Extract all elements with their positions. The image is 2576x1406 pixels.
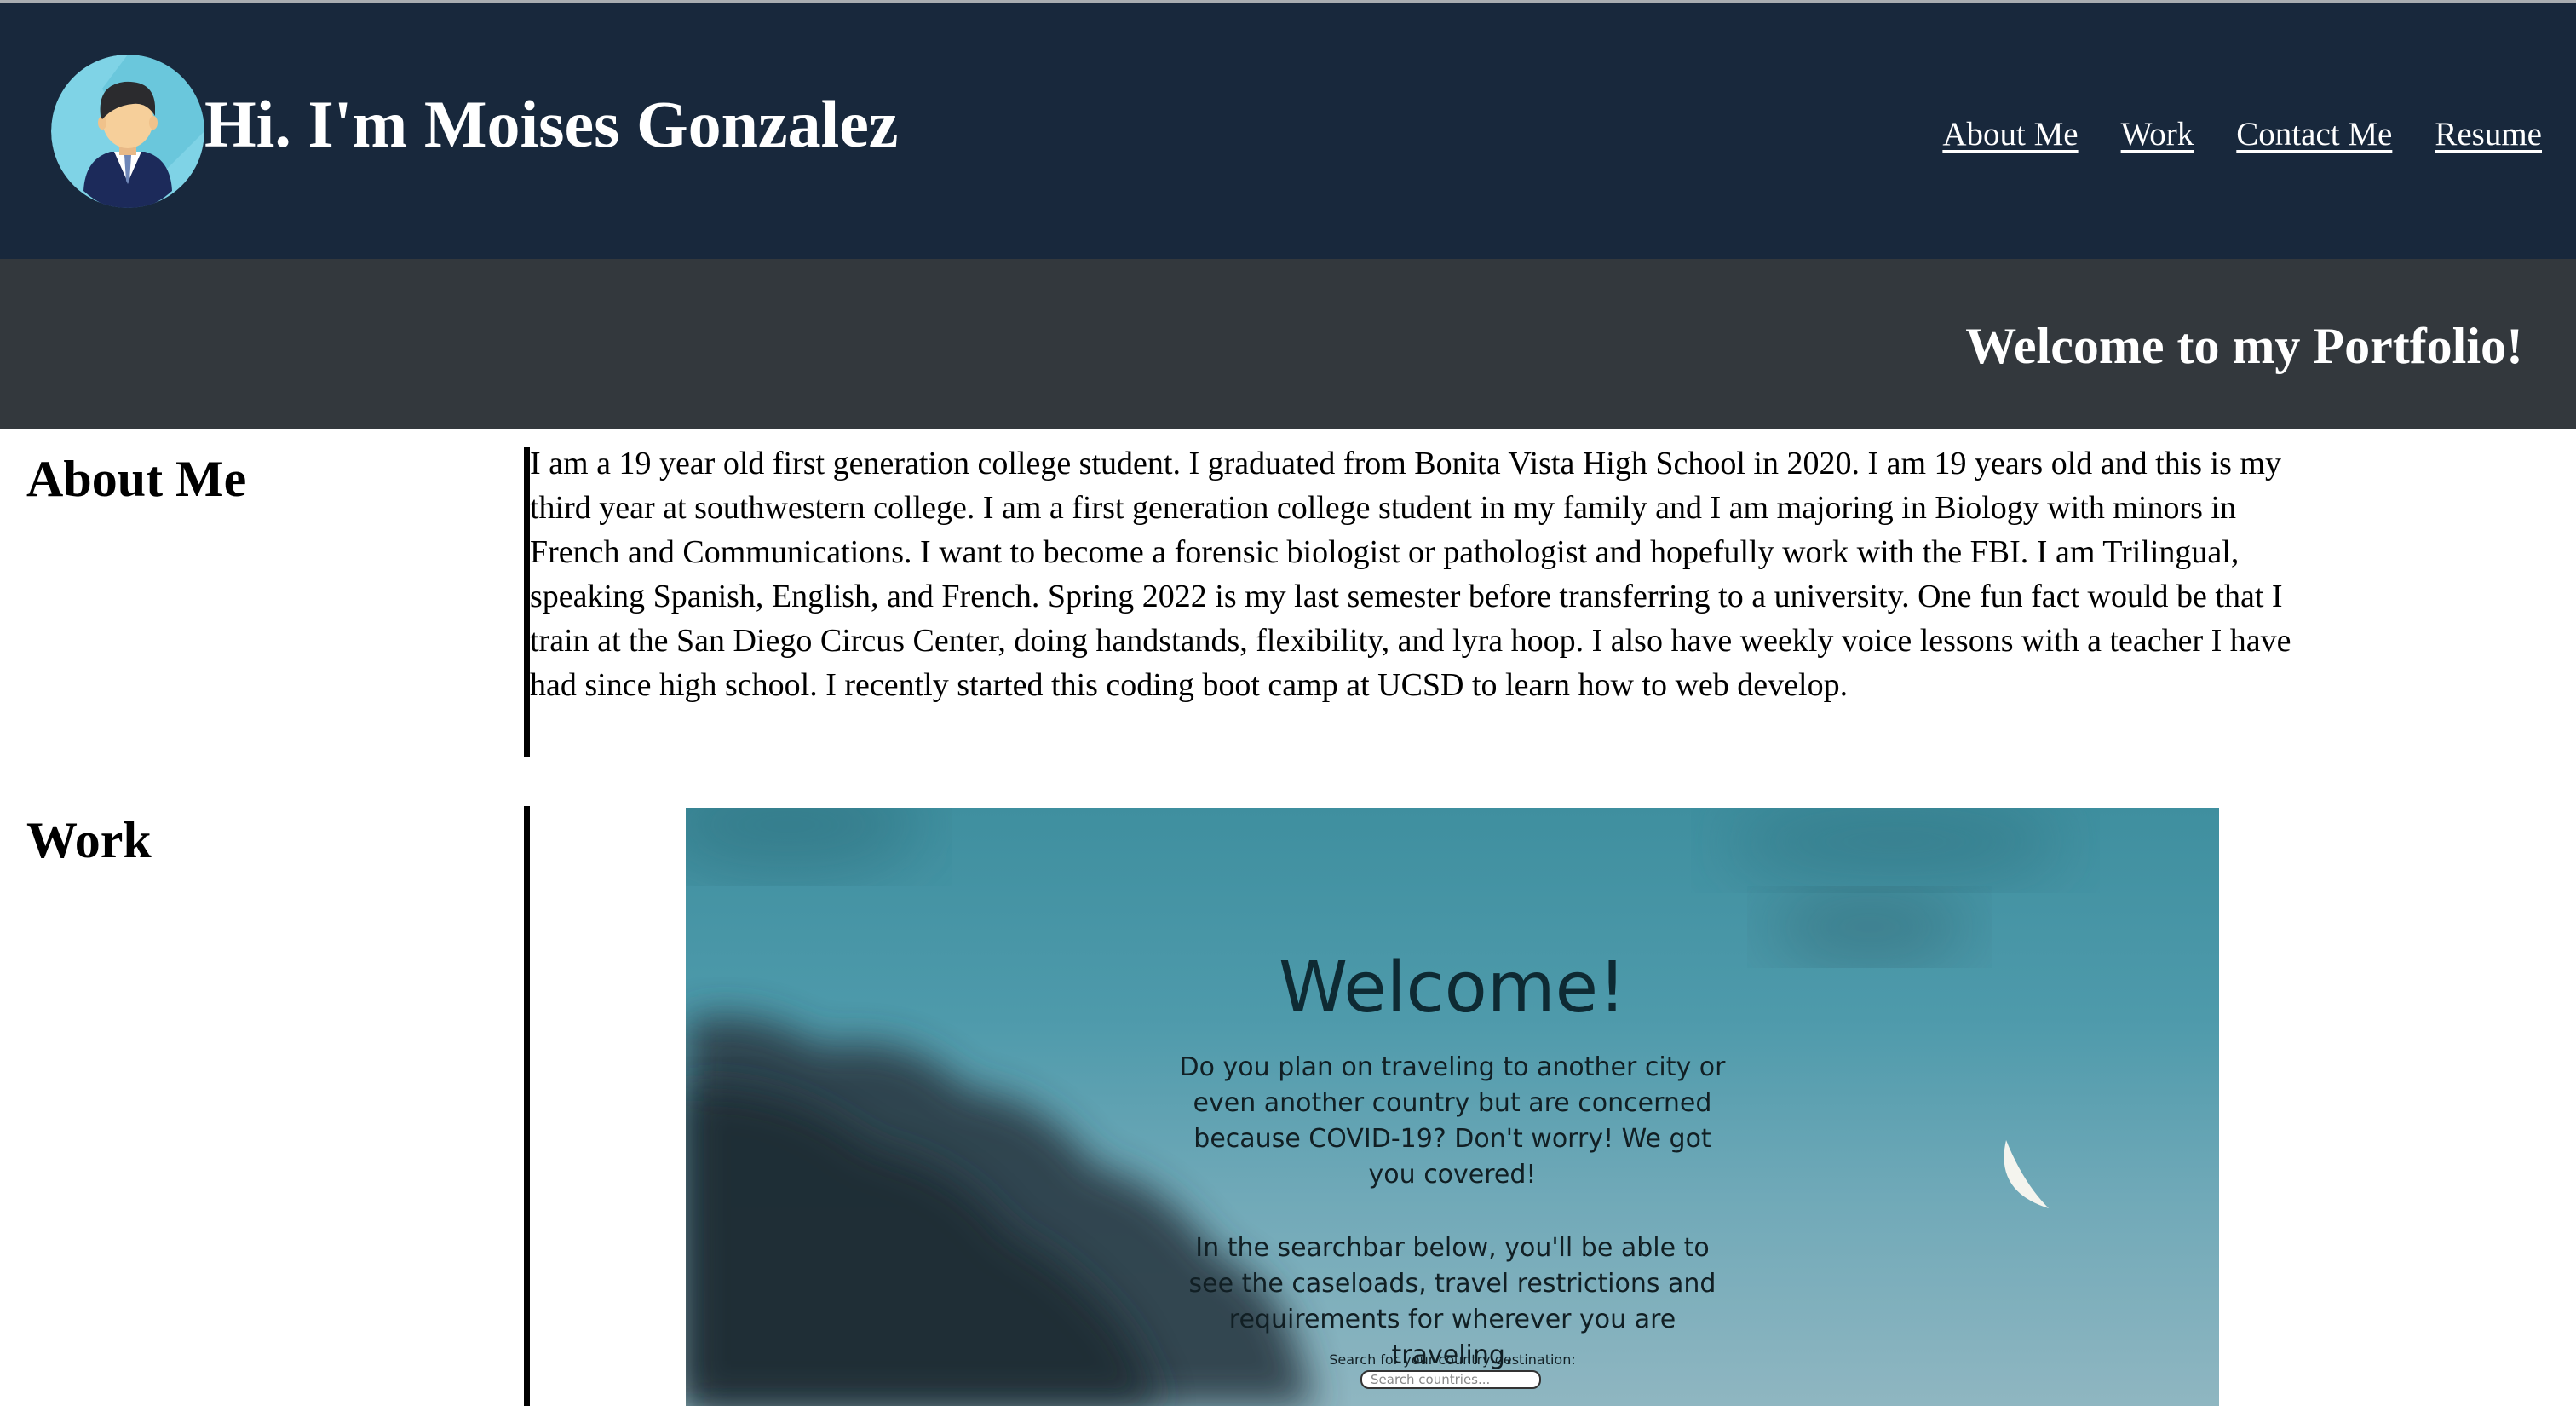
welcome-banner: Welcome to my Portfolio! [0, 259, 2576, 429]
project-search-input[interactable] [1360, 1370, 1541, 1389]
nav-link-about-me[interactable]: About Me [1942, 111, 2078, 158]
project-search-label: Search for your country destination: [1329, 1351, 1576, 1368]
main-nav: About Me Work Contact Me Resume [1942, 111, 2542, 158]
project-screenshot[interactable]: Welcome! Do you plan on traveling to ano… [686, 808, 2219, 1406]
site-title: Hi. I'm Moises Gonzalez [204, 87, 899, 161]
project-title: Welcome! [1279, 948, 1626, 1029]
nav-link-work[interactable]: Work [2121, 111, 2194, 158]
about-me-heading: About Me [26, 451, 247, 507]
about-me-text: I am a 19 year old first generation coll… [530, 446, 2291, 703]
site-header: Hi. I'm Moises Gonzalez About Me Work Co… [0, 3, 2576, 259]
nav-link-resume[interactable]: Resume [2435, 111, 2542, 158]
project-paragraph-1: Do you plan on traveling to another city… [1179, 1052, 1726, 1190]
about-me-divider [524, 447, 530, 757]
person-avatar-icon [51, 55, 204, 208]
project-content: Welcome! Do you plan on traveling to ano… [686, 808, 2219, 1406]
banner-text: Welcome to my Portfolio! [1965, 318, 2523, 374]
work-divider [524, 806, 530, 1406]
work-heading: Work [26, 812, 152, 868]
nav-link-contact-me[interactable]: Contact Me [2236, 111, 2392, 158]
